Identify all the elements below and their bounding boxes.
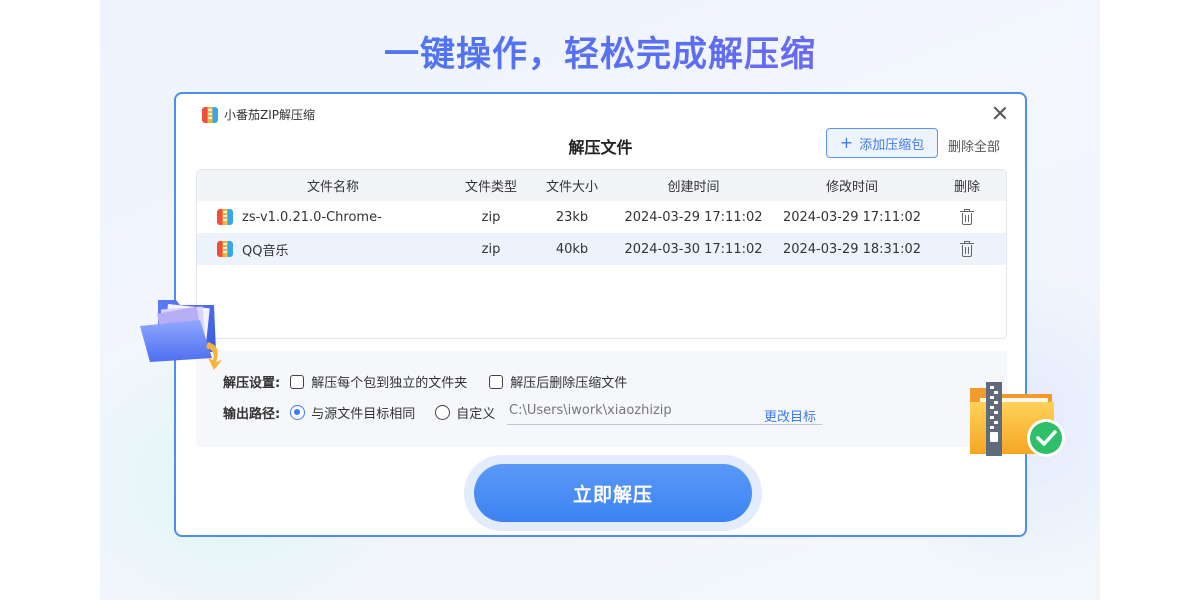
created-time: 2024-03-30 17:11:02 (624, 241, 763, 257)
output-path-label: 输出路径: (223, 407, 281, 422)
zip-file-icon (217, 209, 233, 225)
file-type: zip (481, 241, 501, 257)
header-file-type: 文件类型 (464, 180, 517, 195)
each-folder-label[interactable]: 解压每个包到独立的文件夹 (311, 372, 467, 391)
plus-icon: + (839, 133, 854, 152)
file-table: 文件名称 文件类型 文件大小 创建时间 修改时间 删除 zs-v1.0.21.0… (196, 169, 1007, 339)
file-name: QQ音乐 (242, 243, 289, 259)
extract-button-halo: 立即解压 (464, 455, 762, 531)
extract-now-button[interactable]: 立即解压 (474, 464, 752, 522)
extract-settings-row: 解压设置: 解压每个包到独立的文件夹 解压后删除压缩文件 (223, 372, 627, 391)
same-source-radio[interactable] (290, 405, 306, 420)
page-headline: 一键操作，轻松完成解压缩 (0, 26, 1200, 77)
delete-after-checkbox[interactable] (489, 374, 504, 389)
table-row[interactable]: QQ音乐 zip 40kb 2024-03-30 17:11:02 2024-0… (197, 233, 1006, 265)
change-target-link[interactable]: 更改目标 (764, 406, 816, 425)
header-modified-time: 修改时间 (825, 180, 878, 195)
header-delete: 删除 (953, 180, 980, 195)
delete-all-button[interactable]: 删除全部 (948, 136, 1000, 155)
file-size: 23kb (555, 209, 589, 225)
table-header: 文件名称 文件类型 文件大小 创建时间 修改时间 删除 (197, 170, 1006, 201)
app-name: 小番茄ZIP解压缩 (224, 108, 315, 122)
close-icon[interactable] (991, 104, 1009, 122)
custom-path-label[interactable]: 自定义 (456, 403, 495, 422)
app-window: 小番茄ZIP解压缩 解压文件 + 添加压缩包 删除全部 文件名称 文件类型 文件… (174, 92, 1027, 537)
created-time: 2024-03-29 17:11:02 (624, 209, 763, 225)
add-archive-button[interactable]: + 添加压缩包 (826, 128, 938, 158)
output-path-row: 输出路径: 与源文件目标相同 自定义 (223, 403, 495, 422)
file-size: 40kb (555, 241, 589, 257)
same-source-label[interactable]: 与源文件目标相同 (311, 403, 415, 422)
zip-app-icon (202, 106, 218, 123)
zip-file-icon (217, 241, 233, 257)
file-name: zs-v1.0.21.0-Chrome- (242, 209, 382, 225)
extract-settings-label: 解压设置: (223, 376, 281, 391)
header-file-name: 文件名称 (306, 180, 359, 195)
trash-icon[interactable] (960, 240, 974, 258)
custom-path-radio[interactable] (435, 405, 451, 420)
header-created-time: 创建时间 (667, 180, 720, 195)
add-archive-label: 添加压缩包 (859, 137, 925, 153)
table-row[interactable]: zs-v1.0.21.0-Chrome- zip 23kb 2024-03-29… (197, 201, 1006, 233)
zip-folder-check-illustration (970, 382, 1065, 457)
delete-after-label[interactable]: 解压后删除压缩文件 (510, 372, 627, 391)
each-folder-checkbox[interactable] (290, 374, 305, 389)
modified-time: 2024-03-29 17:11:02 (782, 209, 922, 225)
trash-icon[interactable] (960, 208, 974, 226)
header-file-size: 文件大小 (545, 180, 598, 195)
modified-time: 2024-03-29 18:31:02 (782, 241, 922, 257)
file-type: zip (481, 209, 501, 225)
folder-illustration (140, 300, 222, 370)
extract-settings-panel: 解压设置: 解压每个包到独立的文件夹 解压后删除压缩文件 输出路径: 与源文件目… (196, 351, 1007, 447)
app-title-bar: 小番茄ZIP解压缩 (202, 106, 315, 123)
